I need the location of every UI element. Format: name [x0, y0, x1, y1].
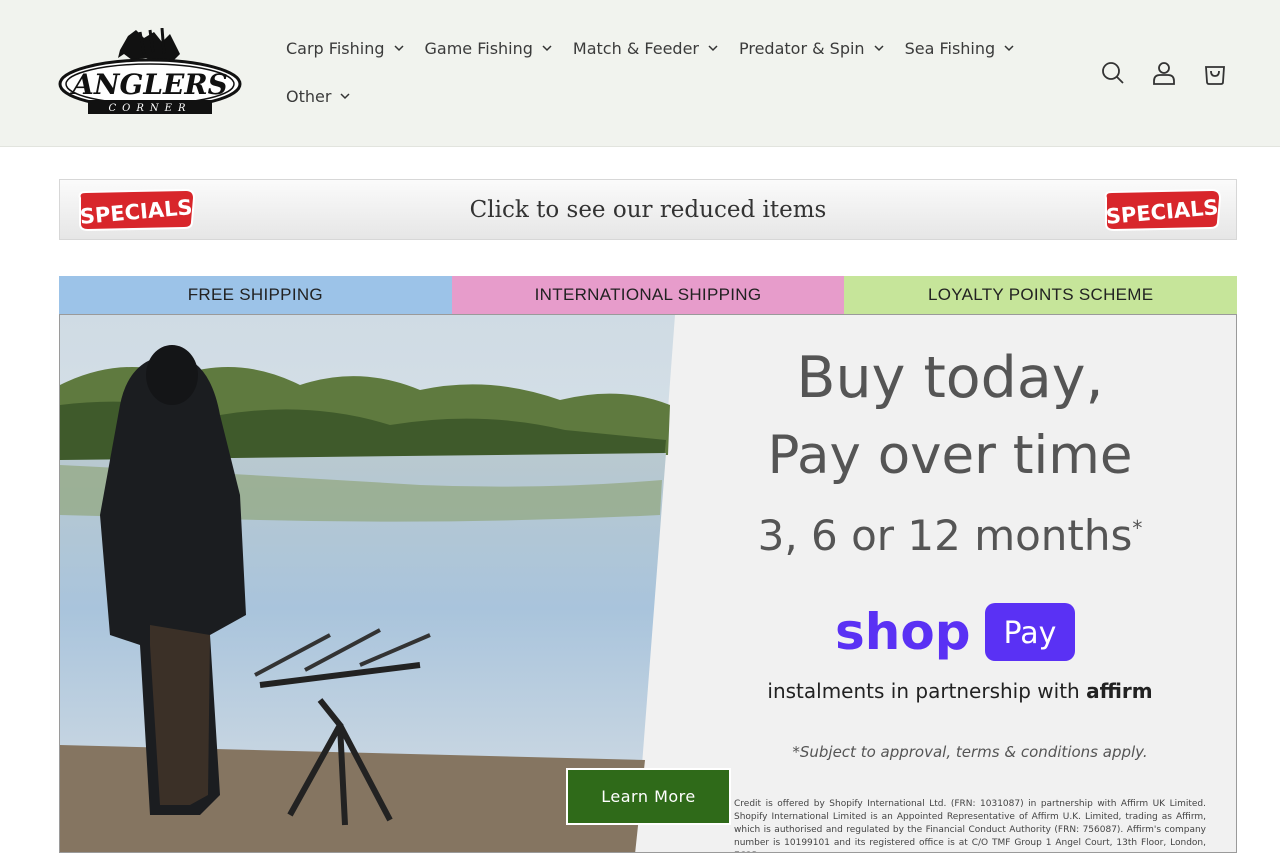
nav-item-label: Sea Fishing — [904, 38, 996, 58]
account-icon[interactable] — [1147, 56, 1181, 90]
promo-line-2: Pay over time — [767, 425, 1133, 486]
affirm-line: instalments in partnership with affirm — [700, 679, 1220, 703]
months-text: 3, 6 or 12 months — [757, 511, 1133, 560]
nav-row-2: Other — [286, 72, 1046, 120]
main-nav: Carp Fishing Game Fishing Match & Feeder… — [286, 24, 1046, 120]
affirm-text: instalments in partnership with — [767, 679, 1080, 703]
credit-legal-text: Credit is offered by Shopify Internation… — [734, 799, 1206, 852]
specials-text: Click to see our reduced items — [469, 197, 827, 223]
chevron-down-icon — [1004, 45, 1014, 52]
nav-item-game-fishing[interactable]: Game Fishing — [425, 39, 553, 58]
feature-international-shipping[interactable]: INTERNATIONAL SHIPPING — [451, 276, 845, 314]
nav-item-predator-spin[interactable]: Predator & Spin — [739, 39, 885, 58]
nav-item-label: Predator & Spin — [738, 38, 865, 58]
nav-item-match-feeder[interactable]: Match & Feeder — [573, 39, 719, 58]
chevron-down-icon — [393, 45, 404, 52]
chevron-down-icon — [708, 45, 718, 52]
logo-text-top: ANGLERS — [69, 68, 228, 101]
nav-row-1: Carp Fishing Game Fishing Match & Feeder… — [286, 24, 1046, 72]
shop-word: shop — [835, 603, 971, 661]
nav-item-label: Carp Fishing — [286, 38, 385, 58]
chevron-down-icon — [340, 93, 350, 100]
nav-item-sea-fishing[interactable]: Sea Fishing — [905, 39, 1016, 58]
months-asterisk: * — [1132, 516, 1143, 540]
chevron-down-icon — [874, 45, 884, 52]
pay-word: Pay — [1004, 616, 1057, 651]
nav-item-other[interactable]: Other — [286, 87, 351, 106]
nav-item-carp-fishing[interactable]: Carp Fishing — [286, 39, 405, 58]
subject-note: *Subject to approval, terms & conditions… — [792, 743, 1148, 761]
promo-line-1: Buy today, — [796, 345, 1104, 411]
anglers-corner-logo[interactable]: ANGLERS CORNER — [58, 28, 242, 118]
feature-strip: FREE SHIPPING INTERNATIONAL SHIPPING LOY… — [59, 276, 1238, 314]
learn-more-button[interactable]: Learn More — [566, 768, 731, 825]
shop-pay-promo: Buy today, Pay over time 3, 6 or 12 mont… — [660, 315, 1236, 852]
cart-icon[interactable] — [1198, 56, 1232, 90]
feature-free-shipping[interactable]: FREE SHIPPING — [59, 276, 452, 314]
hero-banner: Buy today, Pay over time 3, 6 or 12 mont… — [59, 314, 1237, 853]
promo-months: 3, 6 or 12 months* — [750, 511, 1150, 560]
logo-text-bottom: CORNER — [109, 103, 192, 114]
site-header: ANGLERS CORNER Carp Fishing Game Fishing… — [0, 0, 1280, 147]
nav-item-label: Match & Feeder — [572, 38, 699, 58]
search-icon[interactable] — [1096, 56, 1130, 90]
header-icons — [1096, 56, 1249, 90]
feature-loyalty-points[interactable]: LOYALTY POINTS SCHEME — [844, 276, 1238, 314]
affirm-brand: affirm — [1086, 679, 1153, 703]
chevron-down-icon — [542, 45, 552, 52]
specials-badge-right: SPECIALS — [1104, 188, 1222, 232]
nav-item-label: Other — [286, 86, 332, 106]
shop-pay-logo: shop Pay — [835, 603, 1075, 661]
nav-item-label: Game Fishing — [424, 38, 533, 58]
specials-banner[interactable]: SPECIALS Click to see our reduced items … — [59, 179, 1237, 240]
